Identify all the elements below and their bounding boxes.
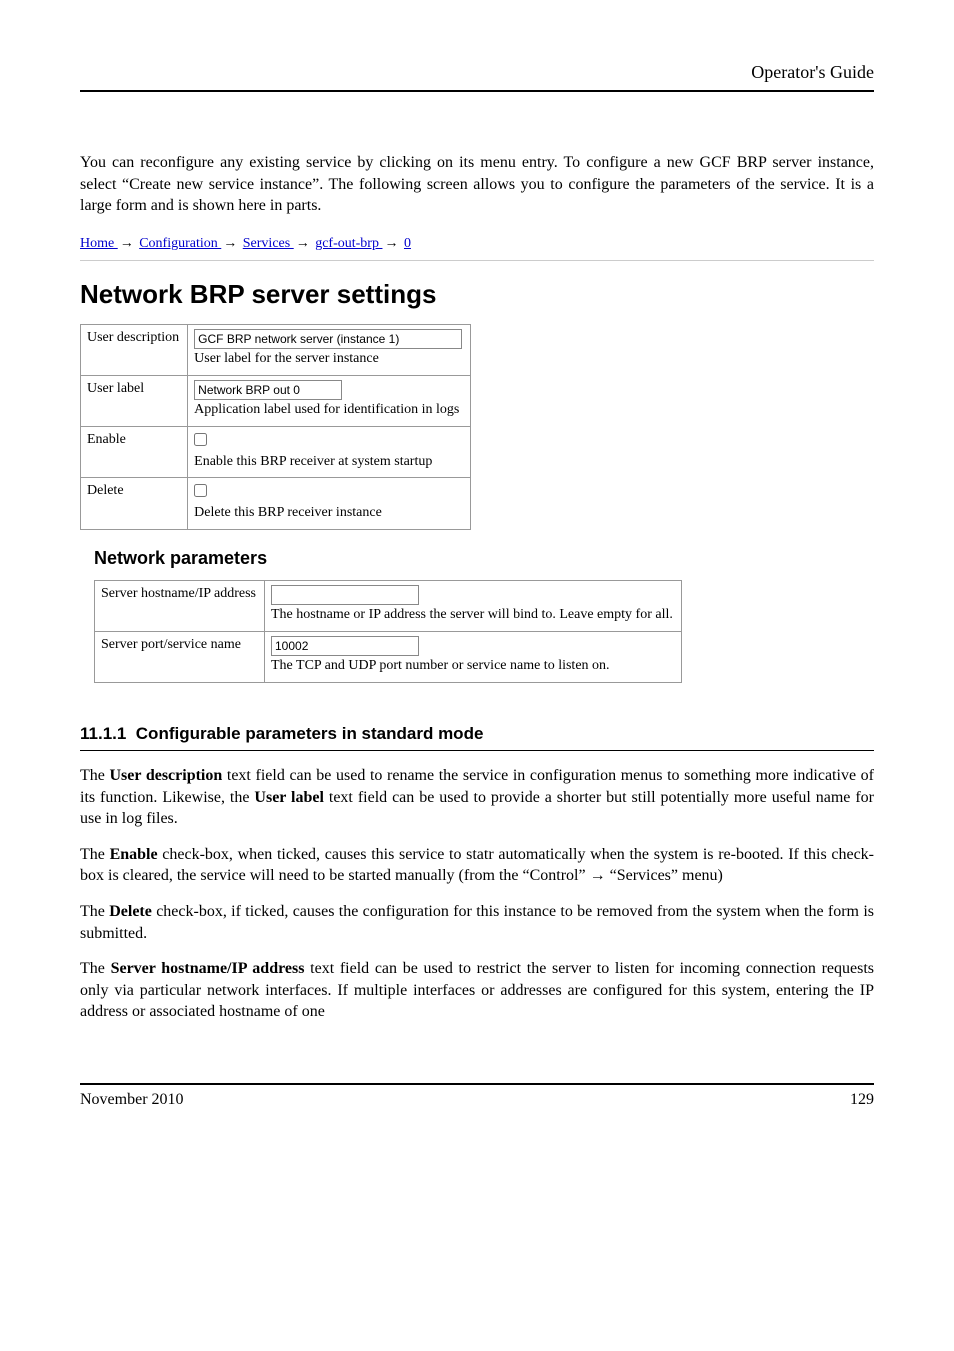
table-row: Server hostname/IP address The hostname … (95, 581, 682, 632)
section-title: Configurable parameters in standard mode (136, 724, 484, 743)
hostname-input[interactable] (271, 585, 419, 605)
field-caption: The TCP and UDP port number or service n… (271, 658, 610, 673)
breadcrumb-instance[interactable]: 0 (404, 236, 411, 251)
page-header: Operator's Guide (80, 60, 874, 92)
table-row: User description User label for the serv… (81, 325, 471, 376)
network-parameters-heading: Network parameters (94, 546, 874, 570)
field-caption: Application label used for identificatio… (194, 402, 459, 417)
table-row: Enable Enable this BRP receiver at syste… (81, 426, 471, 478)
body-paragraph: The Enable check-box, when ticked, cause… (80, 844, 874, 887)
intro-paragraph: You can reconfigure any existing service… (80, 152, 874, 217)
field-caption: User label for the server instance (194, 351, 379, 366)
breadcrumb: Home → Configuration → Services → gcf-ou… (80, 235, 874, 261)
table-row: Server port/service name The TCP and UDP… (95, 632, 682, 683)
field-caption: Enable this BRP receiver at system start… (194, 454, 432, 469)
footer-date: November 2010 (80, 1089, 184, 1111)
footer-page-number: 129 (850, 1089, 874, 1111)
port-input[interactable] (271, 636, 419, 656)
enable-checkbox[interactable] (194, 433, 207, 446)
network-table: Server hostname/IP address The hostname … (94, 580, 682, 683)
table-row: User label Application label used for id… (81, 375, 471, 426)
settings-heading: Network BRP server settings (80, 277, 874, 312)
delete-checkbox[interactable] (194, 484, 207, 497)
table-row: Delete Delete this BRP receiver instance (81, 478, 471, 530)
field-caption: The hostname or IP address the server wi… (271, 607, 673, 622)
body-paragraph: The Delete check-box, if ticked, causes … (80, 901, 874, 944)
section-heading: 11.1.1 Configurable parameters in standa… (80, 723, 874, 751)
breadcrumb-services[interactable]: Services (243, 236, 294, 251)
breadcrumb-gcf-out-brp[interactable]: gcf-out-brp (315, 236, 382, 251)
field-caption: Delete this BRP receiver instance (194, 505, 382, 520)
body-paragraph: The Server hostname/IP address text fiel… (80, 958, 874, 1023)
user-label-input[interactable] (194, 380, 342, 400)
body-paragraph: The User description text field can be u… (80, 765, 874, 830)
row-label: Enable (81, 426, 188, 478)
row-label: Delete (81, 478, 188, 530)
user-description-input[interactable] (194, 329, 462, 349)
section-number: 11.1.1 (80, 724, 126, 743)
breadcrumb-configuration[interactable]: Configuration (139, 236, 221, 251)
row-label: User description (81, 325, 188, 376)
page-footer: November 2010 129 (80, 1083, 874, 1111)
breadcrumb-home[interactable]: Home (80, 236, 118, 251)
row-label: Server port/service name (95, 632, 265, 683)
settings-table: User description User label for the serv… (80, 324, 471, 530)
row-label: Server hostname/IP address (95, 581, 265, 632)
row-label: User label (81, 375, 188, 426)
